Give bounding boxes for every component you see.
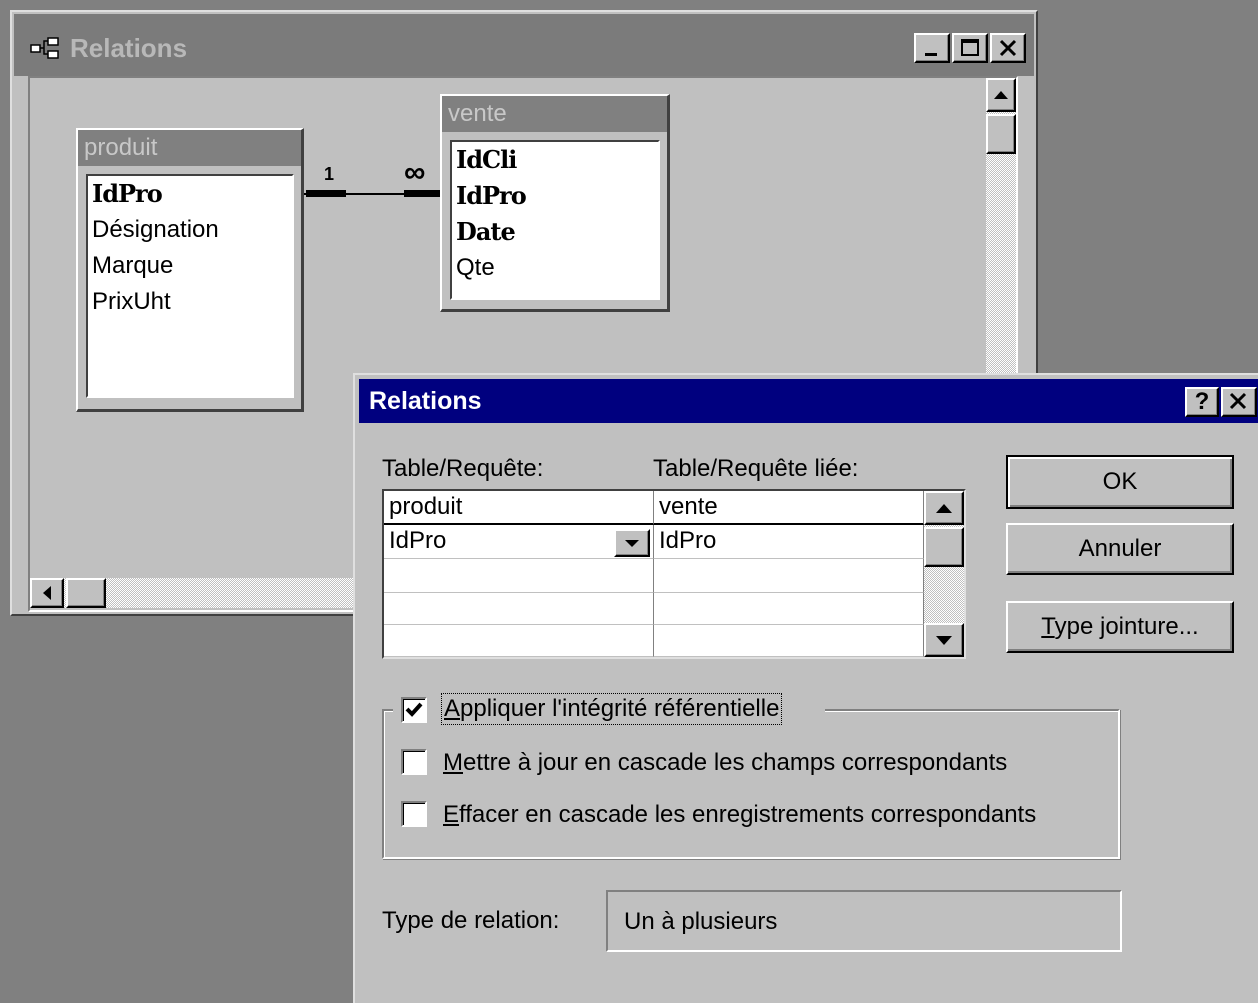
field-grid[interactable]: produit vente IdPro IdPro xyxy=(382,489,966,659)
join-type-button[interactable]: Type jointure... xyxy=(1006,601,1234,653)
close-icon xyxy=(1229,392,1247,410)
checkmark-icon xyxy=(405,702,423,717)
close-button[interactable] xyxy=(990,33,1026,63)
integrity-checkbox-row[interactable]: Appliquer l'intégrité référentielle xyxy=(393,689,825,729)
integrity-checkbox[interactable] xyxy=(401,697,427,723)
field-list: IdPro Désignation Marque PrixUht xyxy=(86,174,294,398)
field-item[interactable]: IdCli xyxy=(452,142,658,178)
dialog-close-button[interactable] xyxy=(1221,387,1257,417)
relationships-icon xyxy=(30,37,59,59)
table-query-label: Table/Requête: xyxy=(382,455,544,482)
window-titlebar[interactable]: Relations xyxy=(14,14,1034,76)
field-item[interactable]: Marque xyxy=(88,248,292,284)
cascade-delete-row[interactable]: Effacer en cascade les enregistrements c… xyxy=(401,797,1101,833)
arrow-left-icon xyxy=(43,586,51,600)
relation-type-field: Un à plusieurs xyxy=(606,890,1122,952)
grid-header-table: produit xyxy=(384,491,654,525)
edit-relationships-dialog: Relations ? Table/Requête: Table/Requête… xyxy=(353,373,1258,1003)
chevron-down-icon xyxy=(625,540,639,547)
cell-value: IdPro xyxy=(389,527,447,554)
horizontal-scroll-thumb[interactable] xyxy=(66,578,106,608)
minimize-icon xyxy=(925,53,937,56)
integrity-label: Appliquer l'intégrité référentielle xyxy=(441,693,783,725)
grid-cell-field[interactable] xyxy=(384,559,654,593)
dialog-titlebar[interactable]: Relations ? xyxy=(359,379,1258,423)
arrow-up-icon xyxy=(936,504,952,513)
table-title[interactable]: produit xyxy=(78,130,301,166)
grid-cell-related-field[interactable] xyxy=(654,559,924,593)
cascade-delete-checkbox[interactable] xyxy=(401,801,427,827)
relation-type-value: Un à plusieurs xyxy=(624,908,778,935)
close-icon xyxy=(999,39,1017,57)
scroll-up-button[interactable] xyxy=(986,78,1016,112)
table-title[interactable]: vente xyxy=(442,96,667,132)
table-vente[interactable]: vente IdCli IdPro Date Qte xyxy=(440,94,670,312)
label-text: ppliquer l'intégrité référentielle xyxy=(460,695,780,722)
relationship-end-one xyxy=(306,190,346,197)
arrow-up-icon xyxy=(994,91,1008,99)
minimize-button[interactable] xyxy=(914,33,950,63)
field-list: IdCli IdPro Date Qte xyxy=(450,140,660,300)
cascade-update-row[interactable]: Mettre à jour en cascade les champs corr… xyxy=(401,745,1101,781)
field-dropdown-button[interactable] xyxy=(614,529,650,557)
vertical-scroll-thumb[interactable] xyxy=(986,114,1016,154)
many-label: ∞ xyxy=(404,156,426,189)
scroll-left-button[interactable] xyxy=(30,578,64,608)
related-table-query-label: Table/Requête liée: xyxy=(653,455,859,482)
grid-cell-related-field[interactable]: IdPro xyxy=(654,525,924,559)
dialog-title: Relations xyxy=(369,387,482,415)
accelerator-key: T xyxy=(1041,613,1055,640)
integrity-group xyxy=(382,709,1120,859)
accelerator-key: M xyxy=(443,749,463,776)
grid-scroll-up-button[interactable] xyxy=(924,491,964,525)
maximize-button[interactable] xyxy=(952,33,988,63)
relation-type-label: Type de relation: xyxy=(382,907,560,934)
grid-cell-field[interactable] xyxy=(384,625,654,657)
grid-cell-related-field[interactable] xyxy=(654,625,924,657)
maximize-icon xyxy=(961,39,979,56)
cancel-button[interactable]: Annuler xyxy=(1006,523,1234,575)
cascade-delete-label: Effacer en cascade les enregistrements c… xyxy=(443,799,1036,831)
table-produit[interactable]: produit IdPro Désignation Marque PrixUht xyxy=(76,128,304,412)
accelerator-key: A xyxy=(444,695,461,722)
field-item[interactable]: IdPro xyxy=(88,176,292,212)
field-item[interactable]: Date xyxy=(452,214,658,250)
help-icon: ? xyxy=(1194,388,1210,415)
button-label: ype jointure... xyxy=(1054,613,1199,640)
ok-button[interactable]: OK xyxy=(1006,455,1234,509)
grid-scroll-down-button[interactable] xyxy=(924,623,964,657)
grid-scroll-thumb[interactable] xyxy=(924,527,964,567)
field-item[interactable]: Qte xyxy=(452,250,658,286)
label-text: ettre à jour en cascade les champs corre… xyxy=(463,749,1008,776)
label-text: ffacer en cascade les enregistrements co… xyxy=(459,801,1037,828)
field-item[interactable]: Désignation xyxy=(88,212,292,248)
field-item[interactable]: IdPro xyxy=(452,178,658,214)
accelerator-key: E xyxy=(443,801,460,828)
field-item[interactable]: PrixUht xyxy=(88,284,292,320)
one-label: 1 xyxy=(324,164,335,184)
cascade-update-label: Mettre à jour en cascade les champs corr… xyxy=(443,747,1007,779)
relationship-end-many xyxy=(404,190,440,197)
arrow-down-icon xyxy=(936,636,952,645)
grid-cell-related-field[interactable] xyxy=(654,593,924,625)
cascade-update-checkbox[interactable] xyxy=(401,749,427,775)
window-title: Relations xyxy=(70,33,188,63)
grid-cell-field[interactable] xyxy=(384,593,654,625)
help-button[interactable]: ? xyxy=(1185,387,1219,417)
grid-header-related: vente xyxy=(654,491,924,525)
